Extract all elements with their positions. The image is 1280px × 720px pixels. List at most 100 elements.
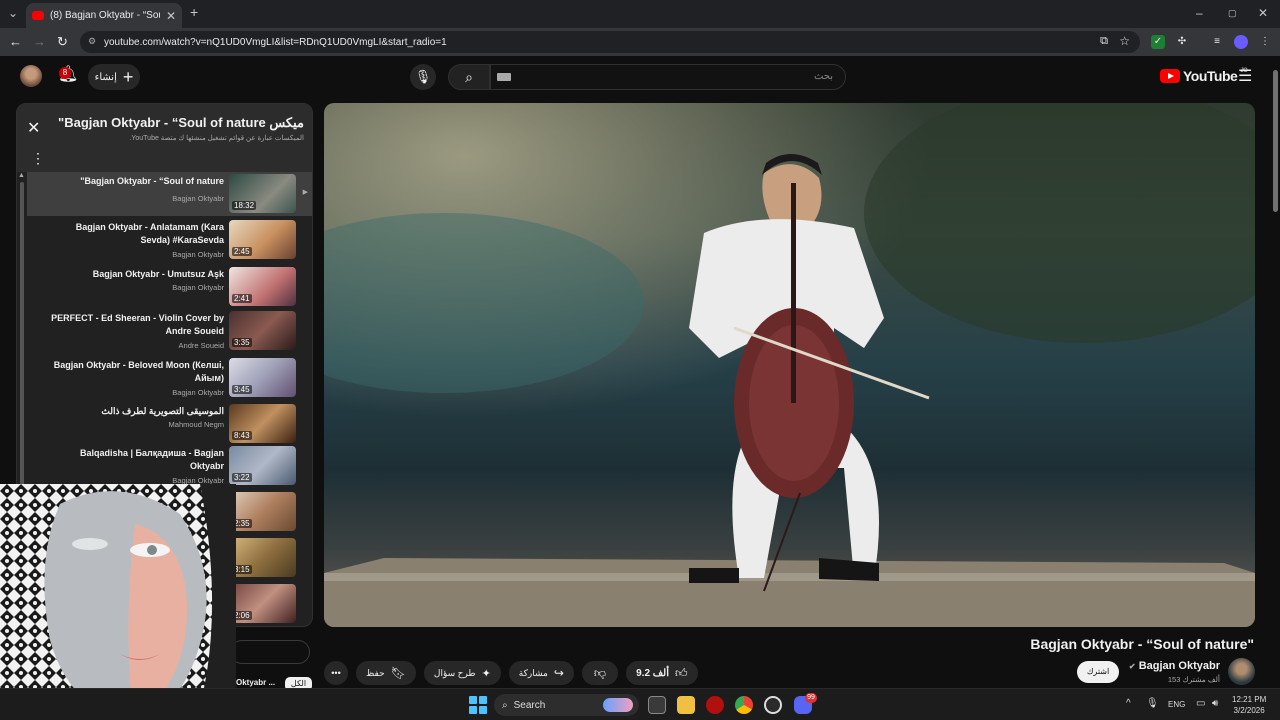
save-button[interactable]: حفظ 🔖︎	[356, 661, 416, 685]
item-duration: 3:35	[232, 338, 252, 347]
item-duration: 3:45	[232, 385, 252, 394]
item-channel: Mahmoud Negm	[168, 420, 224, 429]
more-actions-label: •••	[331, 668, 341, 678]
item-thumbnail: 2:41	[229, 267, 296, 306]
back-arrow-icon[interactable]: ←	[9, 34, 22, 49]
more-actions-button[interactable]: •••	[324, 661, 348, 685]
maximize-button[interactable]: ▢	[1228, 8, 1237, 19]
windows-start-icon[interactable]	[469, 696, 487, 714]
channel-name[interactable]: ✔ Bagjan Oktyabr	[1129, 660, 1220, 672]
close-window-button[interactable]: ✕	[1258, 6, 1268, 20]
webcam-overlay	[0, 484, 236, 720]
voice-search-mic-icon[interactable]: 🎙︎	[410, 64, 436, 90]
sparkle-icon: ✦	[481, 667, 491, 680]
filter-chip-channel[interactable]: Oktyabr ...	[236, 678, 275, 687]
scroll-up-arrow-icon[interactable]: ▲	[18, 172, 25, 179]
item-title: Balqadisha | Балқадиша - Bagjan Oktyabr	[80, 448, 224, 471]
video-player[interactable]	[324, 103, 1255, 627]
channel-avatar[interactable]	[1228, 658, 1255, 685]
new-tab-button[interactable]: +	[190, 4, 198, 20]
taskbar-search[interactable]: ⌕ Search	[494, 694, 639, 716]
thumbs-down-icon: 👎︎	[593, 665, 607, 680]
chrome-icon[interactable]	[735, 696, 753, 714]
site-info-icon[interactable]: ⚙	[88, 36, 96, 47]
verified-icon: ✔	[1128, 662, 1136, 671]
extension-shield-icon[interactable]: ✓	[1151, 35, 1165, 49]
close-playlist-button[interactable]: ✕	[27, 118, 40, 138]
app-red-icon[interactable]	[706, 696, 724, 714]
address-toolbar: ← → ↻ ⚙ youtube.com/watch?v=nQ1UD0VmgLI&…	[0, 28, 1280, 56]
save-label: حفظ	[366, 667, 385, 678]
list-item[interactable]: Bagjan Oktyabr - Umutsuz Aşk Bagjan Okty…	[27, 265, 312, 309]
logo-text: YouTube	[1183, 68, 1238, 84]
item-title: Bagjan Oktyabr - Beloved Moon (Келші, Ай…	[53, 360, 224, 383]
like-button[interactable]: 9.2 ألف 👍︎	[626, 661, 698, 685]
item-title: "Bagjan Oktyabr - “Soul of nature	[80, 176, 224, 186]
clock[interactable]: 12:21 PM 3/2/2026	[1232, 694, 1266, 716]
ask-label: طرح سؤال	[433, 667, 476, 678]
video-frame	[324, 103, 1255, 627]
browser-menu-icon[interactable]: ⋮	[1258, 35, 1272, 49]
list-item[interactable]: الموسيقى التصويرية لطرف ذالث Mahmoud Neg…	[27, 402, 312, 446]
item-channel: Bagjan Oktyabr	[172, 250, 224, 259]
task-view-icon[interactable]	[648, 696, 666, 714]
item-thumbnail: 2:06	[229, 584, 296, 623]
reading-list-icon[interactable]: ≡	[1210, 35, 1224, 49]
list-item[interactable]: PERFECT - Ed Sheeran - Violin Cover by A…	[27, 309, 312, 356]
dislike-button[interactable]: 👎︎	[581, 661, 619, 685]
tray-overflow-icon[interactable]: ^	[1126, 698, 1131, 709]
search-button[interactable]: ⌕	[448, 64, 490, 90]
url-bar[interactable]: ⚙ youtube.com/watch?v=nQ1UD0VmgLI&list=R…	[80, 31, 1140, 53]
youtube-play-icon	[1160, 69, 1180, 83]
share-arrow-icon: ↪	[553, 666, 564, 680]
tab-close-button[interactable]: ✕	[166, 9, 176, 23]
display-icon[interactable]: ▭	[1196, 698, 1205, 709]
item-thumbnail: 3:35	[229, 311, 296, 350]
playlist-title: "Bagjan Oktyabr - “Soul of nature ميكس	[58, 115, 304, 130]
forward-arrow-icon[interactable]: →	[33, 34, 46, 49]
playlist-scrollbar[interactable]	[20, 182, 24, 502]
browser-tab-bar: ⌄ (8) Bagjan Oktyabr - “Soul of na ✕ + –…	[0, 0, 1280, 28]
tab-search-icon[interactable]: ⌄	[8, 6, 18, 20]
volume-icon[interactable]: 🔊︎	[1212, 698, 1218, 709]
app-update-icon[interactable]	[764, 696, 782, 714]
install-app-icon[interactable]: ⧉	[1100, 35, 1108, 48]
list-item[interactable]: "Bagjan Oktyabr - “Soul of nature Bagjan…	[27, 172, 312, 216]
youtube-favicon-icon	[32, 11, 44, 20]
create-button[interactable]: إنشاء +	[88, 64, 140, 90]
hamburger-menu-icon[interactable]: ☰	[1238, 66, 1252, 86]
share-button[interactable]: مشاركة ↪	[508, 661, 574, 685]
account-avatar[interactable]	[20, 65, 42, 87]
thumbs-up-icon: 👍︎	[674, 665, 688, 680]
language-indicator[interactable]: ENG	[1168, 700, 1185, 709]
extensions-puzzle-icon[interactable]: ✣	[1175, 35, 1189, 49]
file-explorer-icon[interactable]	[677, 696, 695, 714]
subscribe-button[interactable]: اشترك	[1077, 661, 1119, 683]
page-scrollbar-thumb[interactable]	[1273, 70, 1278, 212]
youtube-logo[interactable]: YouTube JO	[1160, 68, 1248, 84]
bookmark-star-icon[interactable]: ☆	[1119, 34, 1130, 48]
keyboard-icon[interactable]	[497, 73, 511, 81]
comment-input[interactable]	[230, 640, 310, 664]
search-placeholder: بحث	[813, 71, 833, 82]
item-title: Bagjan Oktyabr - Anlatamam (Kara Sevda) …	[75, 222, 224, 245]
profile-icon[interactable]	[1234, 35, 1248, 49]
item-thumbnail: 2:45	[229, 220, 296, 259]
list-item[interactable]: Bagjan Oktyabr - Beloved Moon (Келші, Ай…	[27, 356, 312, 403]
list-item[interactable]: Bagjan Oktyabr - Anlatamam (Kara Sevda) …	[27, 218, 312, 265]
discord-badge: 99	[805, 693, 817, 703]
ask-button[interactable]: طرح سؤال ✦	[423, 661, 501, 685]
search-input[interactable]: بحث	[490, 64, 846, 90]
reload-icon[interactable]: ↻	[57, 34, 68, 50]
minimize-button[interactable]: –	[1196, 6, 1203, 20]
taskbar-search-label: Search	[513, 699, 546, 711]
search-icon: ⌕	[502, 699, 508, 711]
item-thumbnail: 3:15	[229, 538, 296, 577]
browser-tab[interactable]: (8) Bagjan Oktyabr - “Soul of na ✕	[26, 3, 182, 28]
microphone-icon[interactable]: 🎙︎	[1146, 698, 1159, 709]
playlist-more-icon[interactable]: ⋮	[31, 150, 45, 167]
item-title: Bagjan Oktyabr - Umutsuz Aşk	[92, 269, 224, 279]
youtube-header: 🔔︎ 8 إنشاء + 🎙︎ ⌕ بحث YouTube JO ☰	[0, 56, 1270, 98]
item-title: PERFECT - Ed Sheeran - Violin Cover by A…	[51, 313, 224, 336]
share-label: مشاركة	[518, 667, 548, 678]
